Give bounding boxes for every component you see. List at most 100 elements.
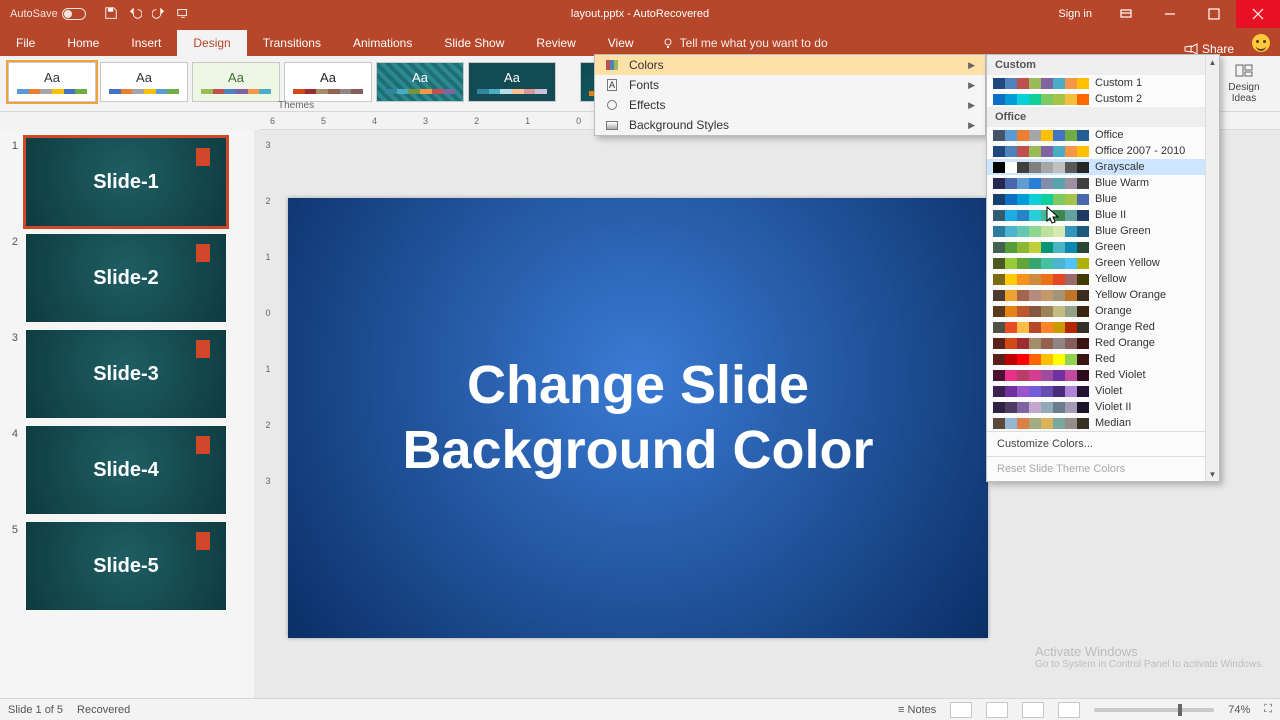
- color-scheme-orange[interactable]: Orange: [987, 303, 1205, 319]
- tab-review[interactable]: Review: [520, 30, 591, 56]
- color-scheme-orange-red[interactable]: Orange Red: [987, 319, 1205, 335]
- slide-thumb-4[interactable]: Slide-4: [26, 426, 226, 514]
- customize-colors[interactable]: Customize Colors...: [987, 431, 1205, 456]
- tab-view[interactable]: View: [592, 30, 650, 56]
- color-scheme-median[interactable]: Median: [987, 415, 1205, 431]
- color-scheme-custom-1[interactable]: Custom 1: [987, 75, 1205, 91]
- scroll-up-icon[interactable]: ▲: [1206, 55, 1219, 69]
- current-slide-canvas[interactable]: Change SlideBackground Color: [288, 198, 988, 638]
- color-scheme-custom-2[interactable]: Custom 2: [987, 91, 1205, 107]
- color-scheme-blue-green[interactable]: Blue Green: [987, 223, 1205, 239]
- slide-thumb-3[interactable]: Slide-3: [26, 330, 226, 418]
- variant-menu-effects[interactable]: Effects▶: [595, 95, 985, 115]
- slide-thumb-5[interactable]: Slide-5: [26, 522, 226, 610]
- color-scheme-office[interactable]: Office: [987, 127, 1205, 143]
- chevron-right-icon: ▶: [968, 120, 975, 131]
- color-scheme-green[interactable]: Green: [987, 239, 1205, 255]
- color-scheme-violet-ii[interactable]: Violet II: [987, 399, 1205, 415]
- save-icon[interactable]: [104, 6, 118, 23]
- tell-me-search[interactable]: Tell me what you want to do: [650, 30, 840, 56]
- slide-thumb-1[interactable]: Slide-1: [26, 138, 226, 226]
- feedback-smiley-icon[interactable]: [1252, 34, 1270, 52]
- thumb-row-3[interactable]: 3Slide-3: [0, 326, 254, 422]
- variant-menu-colors[interactable]: Colors▶: [595, 55, 985, 75]
- minimize-button[interactable]: [1148, 0, 1192, 28]
- theme-thumb-2[interactable]: Aa: [192, 62, 280, 102]
- tell-me-placeholder: Tell me what you want to do: [680, 36, 828, 50]
- slide-marker-icon: [196, 532, 210, 550]
- colors-scrollbar[interactable]: ▲ ▼: [1205, 55, 1219, 481]
- color-scheme-violet[interactable]: Violet: [987, 383, 1205, 399]
- theme-thumb-4[interactable]: Aa: [376, 62, 464, 102]
- zoom-level[interactable]: 74%: [1228, 704, 1250, 716]
- tab-transitions[interactable]: Transitions: [247, 30, 337, 56]
- start-from-beginning-icon[interactable]: [176, 6, 190, 23]
- tab-home[interactable]: Home: [51, 30, 115, 56]
- status-bar: Slide 1 of 5 Recovered ≡ Notes 74% ⛶: [0, 698, 1280, 720]
- tab-slide-show[interactable]: Slide Show: [428, 30, 520, 56]
- zoom-slider[interactable]: [1094, 708, 1214, 712]
- thumb-row-4[interactable]: 4Slide-4: [0, 422, 254, 518]
- fonts-icon: A: [605, 78, 619, 92]
- tab-file[interactable]: File: [0, 30, 51, 56]
- tab-animations[interactable]: Animations: [337, 30, 428, 56]
- maximize-button[interactable]: [1192, 0, 1236, 28]
- recovery-status: Recovered: [77, 704, 130, 716]
- slide-marker-icon: [196, 244, 210, 262]
- lightbulb-icon: [662, 37, 674, 49]
- colors-icon: [605, 58, 619, 72]
- color-scheme-red-orange[interactable]: Red Orange: [987, 335, 1205, 351]
- thumb-row-1[interactable]: 1Slide-1: [0, 134, 254, 230]
- tab-insert[interactable]: Insert: [115, 30, 177, 56]
- theme-thumb-3[interactable]: Aa: [284, 62, 372, 102]
- thumb-row-5[interactable]: 5Slide-5: [0, 518, 254, 614]
- color-scheme-yellow[interactable]: Yellow: [987, 271, 1205, 287]
- ribbon-display-options[interactable]: [1104, 0, 1148, 28]
- color-scheme-red[interactable]: Red: [987, 351, 1205, 367]
- theme-thumb-1[interactable]: Aa: [100, 62, 188, 102]
- reading-view-button[interactable]: [1022, 702, 1044, 718]
- design-ideas-icon: [1234, 62, 1254, 80]
- powerpoint-window: AutoSave layout.pptx - AutoRecovered Sig…: [0, 0, 1280, 720]
- color-scheme-red-violet[interactable]: Red Violet: [987, 367, 1205, 383]
- variant-menu-background-styles[interactable]: Background Styles▶: [595, 115, 985, 135]
- theme-thumb-0[interactable]: Aa: [8, 62, 96, 102]
- autosave-label: AutoSave: [10, 8, 58, 20]
- color-scheme-blue-ii[interactable]: Blue II: [987, 207, 1205, 223]
- color-scheme-yellow-orange[interactable]: Yellow Orange: [987, 287, 1205, 303]
- autosave-toggle[interactable]: AutoSave: [10, 8, 86, 20]
- notes-button[interactable]: ≡ Notes: [898, 704, 936, 716]
- themes-group-label: Themes: [278, 100, 314, 111]
- slide-marker-icon: [196, 436, 210, 454]
- activate-windows-watermark: Activate Windows Go to System in Control…: [1035, 644, 1264, 670]
- slide-marker-icon: [196, 340, 210, 358]
- color-scheme-office-2007-2010[interactable]: Office 2007 - 2010: [987, 143, 1205, 159]
- slide-title-text: Change SlideBackground Color: [402, 353, 873, 483]
- color-scheme-blue-warm[interactable]: Blue Warm: [987, 175, 1205, 191]
- slide-marker-icon: [196, 148, 210, 166]
- slide-sorter-view-button[interactable]: [986, 702, 1008, 718]
- thumb-row-2[interactable]: 2Slide-2: [0, 230, 254, 326]
- design-ideas-button[interactable]: Design Ideas: [1216, 62, 1272, 109]
- tab-design[interactable]: Design: [177, 30, 246, 56]
- variant-menu-fonts[interactable]: AFonts▶: [595, 75, 985, 95]
- chevron-right-icon: ▶: [968, 100, 975, 111]
- slide-thumb-2[interactable]: Slide-2: [26, 234, 226, 322]
- color-scheme-blue[interactable]: Blue: [987, 191, 1205, 207]
- chevron-right-icon: ▶: [968, 60, 975, 71]
- undo-icon[interactable]: [128, 6, 142, 23]
- slide-counter: Slide 1 of 5: [8, 704, 63, 716]
- scroll-down-icon[interactable]: ▼: [1206, 467, 1219, 481]
- bgstyles-icon: [605, 118, 619, 132]
- fit-to-window-button[interactable]: ⛶: [1264, 703, 1272, 716]
- color-scheme-green-yellow[interactable]: Green Yellow: [987, 255, 1205, 271]
- slideshow-view-button[interactable]: [1058, 702, 1080, 718]
- color-scheme-grayscale[interactable]: Grayscale: [987, 159, 1205, 175]
- color-section-office: Office: [987, 107, 1205, 127]
- redo-icon[interactable]: [152, 6, 166, 23]
- theme-thumb-5[interactable]: Aa: [468, 62, 556, 102]
- slide-thumbnail-pane[interactable]: 1Slide-12Slide-23Slide-34Slide-45Slide-5: [0, 130, 254, 698]
- sign-in-link[interactable]: Sign in: [1046, 8, 1104, 20]
- normal-view-button[interactable]: [950, 702, 972, 718]
- close-button[interactable]: [1236, 0, 1280, 28]
